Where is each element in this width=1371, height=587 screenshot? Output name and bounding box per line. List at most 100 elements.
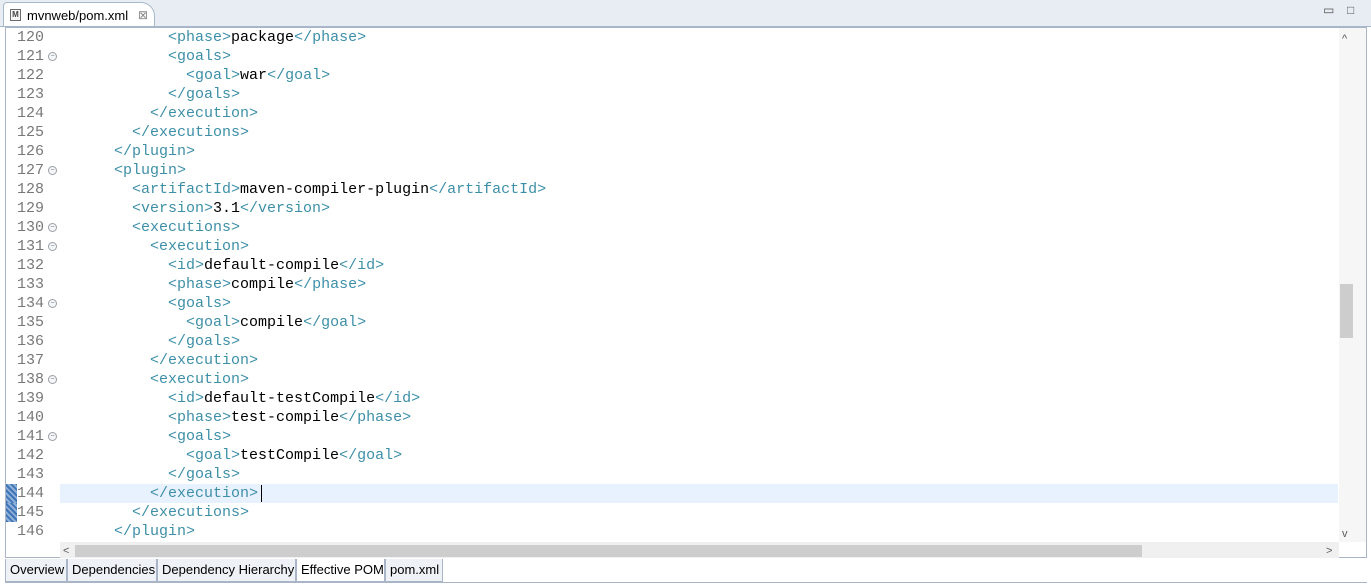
tab-pom-xml[interactable]: pom.xml: [385, 559, 443, 582]
code-line[interactable]: </executions>: [60, 503, 1338, 522]
fold-collapse-icon[interactable]: −: [48, 242, 57, 251]
xml-tag: </goal>: [267, 67, 331, 84]
xml-tag: <phase>: [168, 409, 232, 426]
code-line[interactable]: </execution>: [60, 484, 1338, 503]
code-line[interactable]: <executions>: [60, 218, 1338, 237]
xml-tag: </phase>: [294, 29, 367, 46]
fold-collapse-icon[interactable]: −: [48, 432, 57, 441]
fold-collapse-icon[interactable]: −: [48, 223, 57, 232]
code-line[interactable]: <version>3.1</version>: [60, 199, 1338, 218]
xml-tag: </version>: [240, 200, 331, 217]
code-line[interactable]: <goal>compile</goal>: [60, 313, 1338, 332]
code-line[interactable]: <id>default-compile</id>: [60, 256, 1338, 275]
xml-tag: </id>: [375, 390, 421, 407]
xml-tag: <phase>: [168, 276, 232, 293]
maven-file-icon: M: [10, 9, 21, 21]
code-line[interactable]: </goals>: [60, 332, 1338, 351]
code-line[interactable]: <execution>: [60, 237, 1338, 256]
code-line[interactable]: </plugin>: [60, 522, 1338, 541]
editor-tab-title: mvnweb/pom.xml: [27, 8, 129, 23]
tab-effective-pom[interactable]: Effective POM: [296, 559, 385, 582]
line-number: 143: [17, 466, 45, 483]
code-line[interactable]: <phase>package</phase>: [60, 28, 1338, 47]
code-line[interactable]: </execution>: [60, 351, 1338, 370]
vertical-scroll-thumb[interactable]: [1340, 284, 1353, 338]
xml-tag: </goal>: [339, 447, 403, 464]
code-line[interactable]: <goal>war</goal>: [60, 66, 1338, 85]
xml-tag: <goals>: [168, 428, 232, 445]
fold-collapse-icon[interactable]: −: [48, 375, 57, 384]
code-line[interactable]: <execution>: [60, 370, 1338, 389]
xml-tag: <goals>: [168, 48, 232, 65]
xml-text: package: [231, 29, 295, 46]
code-line[interactable]: <plugin>: [60, 161, 1338, 180]
line-number: 136: [17, 333, 45, 350]
code-line[interactable]: <goals>: [60, 427, 1338, 446]
code-line[interactable]: </goals>: [60, 85, 1338, 104]
line-number: 125: [17, 124, 45, 141]
fold-collapse-icon[interactable]: −: [48, 299, 57, 308]
xml-tag: <phase>: [168, 29, 232, 46]
code-line[interactable]: </execution>: [60, 104, 1338, 123]
code-line[interactable]: </goals>: [60, 465, 1338, 484]
tab-dependencies[interactable]: Dependencies: [67, 559, 157, 582]
xml-tag: </plugin>: [114, 523, 196, 540]
code-line[interactable]: <id>default-testCompile</id>: [60, 389, 1338, 408]
line-number: 137: [17, 352, 45, 369]
code-area[interactable]: <phase>package</phase> <goals> <goal>war…: [60, 28, 1338, 542]
xml-tag: </id>: [339, 257, 385, 274]
horizontal-scroll-thumb[interactable]: [75, 545, 1142, 557]
code-line[interactable]: <goal>testCompile</goal>: [60, 446, 1338, 465]
tab-dependency-hierarchy[interactable]: Dependency Hierarchy: [157, 559, 296, 582]
tab-overview[interactable]: Overview: [5, 559, 67, 582]
divider: [5, 582, 1367, 583]
xml-text: 3.1: [213, 200, 241, 217]
xml-text: test-compile: [231, 409, 340, 426]
line-number: 146: [17, 523, 45, 540]
maximize-icon[interactable]: □: [1347, 4, 1354, 16]
code-line[interactable]: <goals>: [60, 47, 1338, 66]
minimize-icon[interactable]: ▭: [1323, 4, 1334, 16]
scroll-up-icon[interactable]: ^: [1342, 33, 1347, 45]
xml-tag: </goals>: [168, 86, 241, 103]
xml-tag: <goals>: [168, 295, 232, 312]
line-number: 127: [17, 162, 45, 179]
xml-tag: <id>: [168, 390, 205, 407]
scroll-right-icon[interactable]: >: [1326, 545, 1332, 557]
code-line[interactable]: <phase>compile</phase>: [60, 275, 1338, 294]
fold-collapse-icon[interactable]: −: [48, 166, 57, 175]
scroll-left-icon[interactable]: <: [63, 545, 69, 557]
scroll-down-icon[interactable]: v: [1342, 528, 1348, 540]
code-line[interactable]: <artifactId>maven-compiler-plugin</artif…: [60, 180, 1338, 199]
xml-tag: </phase>: [339, 409, 412, 426]
annotation-ruler: [6, 28, 17, 542]
editor-tab-pom-xml[interactable]: M mvnweb/pom.xml ⊠: [3, 2, 155, 26]
fold-collapse-icon[interactable]: −: [48, 52, 57, 61]
xml-tag: <id>: [168, 257, 205, 274]
code-line[interactable]: <phase>test-compile</phase>: [60, 408, 1338, 427]
code-line[interactable]: </executions>: [60, 123, 1338, 142]
line-number: 126: [17, 143, 45, 160]
code-line[interactable]: </plugin>: [60, 142, 1338, 161]
code-line[interactable]: <goals>: [60, 294, 1338, 313]
xml-tag: </goals>: [168, 333, 241, 350]
xml-text: maven-compiler-plugin: [240, 181, 430, 198]
close-icon[interactable]: ⊠: [138, 8, 148, 22]
line-number: 140: [17, 409, 45, 426]
xml-text: testCompile: [240, 447, 340, 464]
line-number: 132: [17, 257, 45, 274]
